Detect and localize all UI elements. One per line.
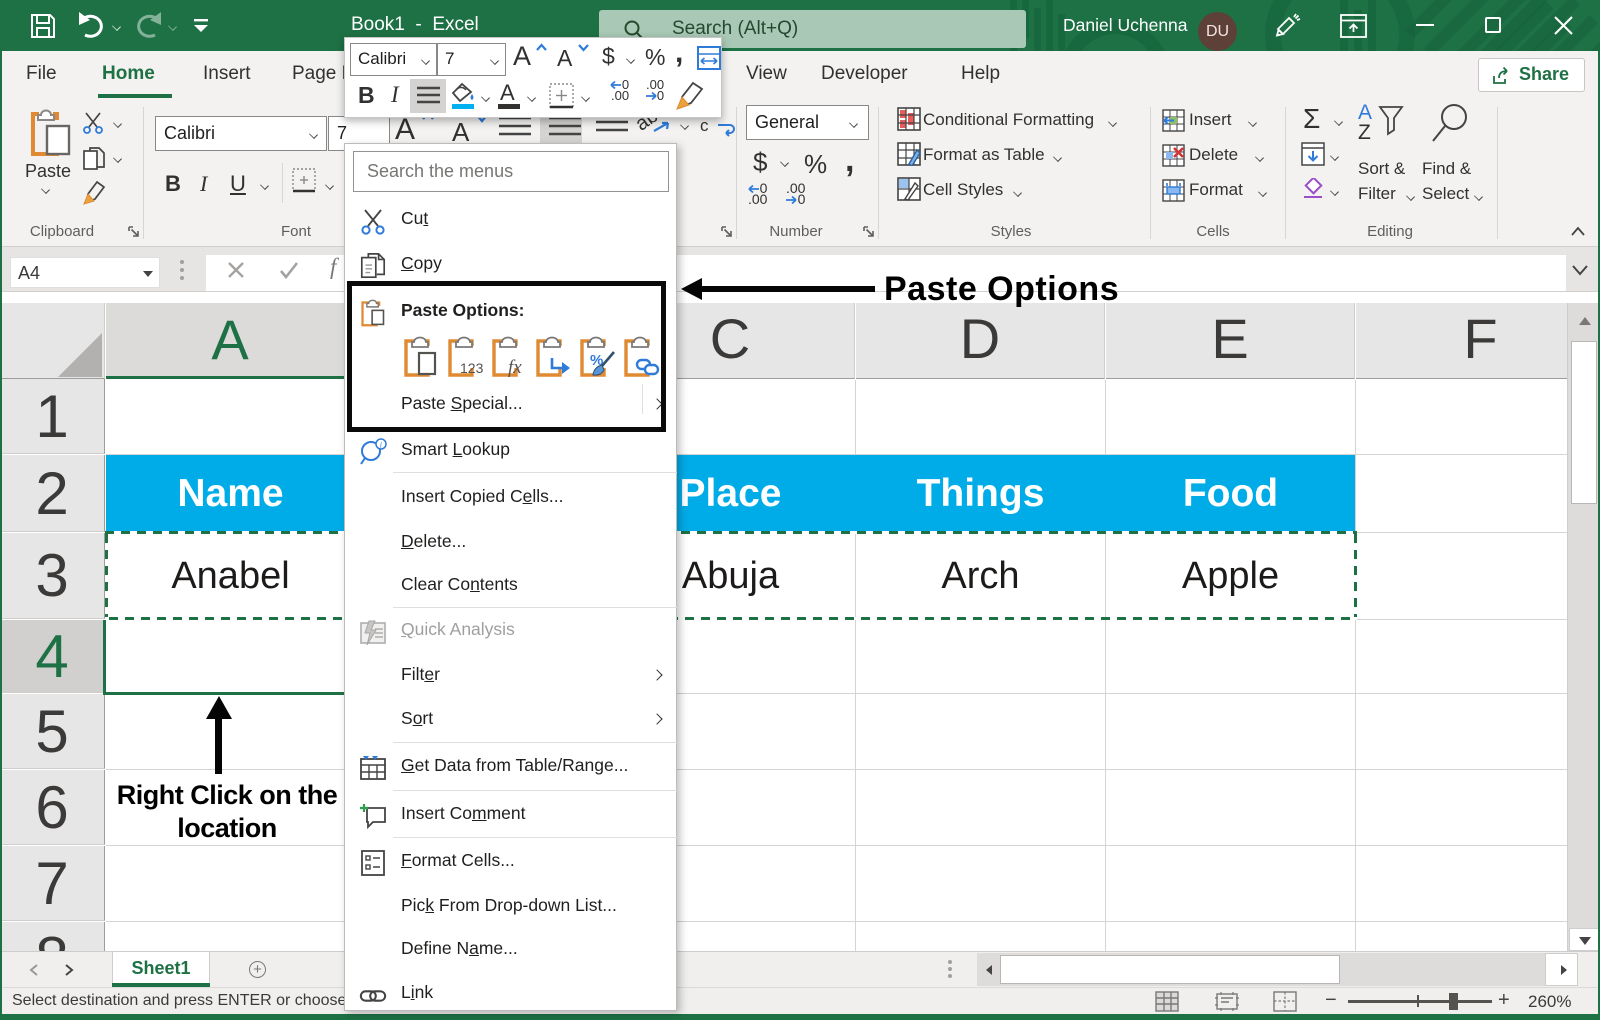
svg-text:i: i [380, 441, 382, 450]
